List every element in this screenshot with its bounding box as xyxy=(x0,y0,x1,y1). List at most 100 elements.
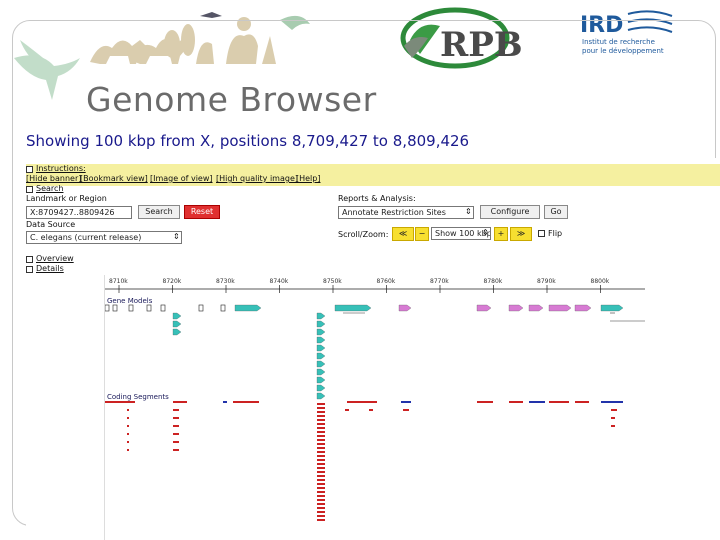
coding-segment xyxy=(317,459,325,461)
coding-segment xyxy=(173,401,187,403)
coding-segment xyxy=(317,431,325,433)
reset-button[interactable]: Reset xyxy=(184,205,220,219)
page-title: Genome Browser xyxy=(86,80,377,119)
coding-segment xyxy=(317,507,325,509)
zoom-in-icon[interactable]: + xyxy=(494,227,508,241)
data-source-select[interactable]: C. elegans (current release) xyxy=(26,231,182,244)
toolbar-link-hq-image[interactable]: [High quality image] xyxy=(216,174,298,183)
coding-segment xyxy=(317,435,325,437)
gene-glyph-small xyxy=(198,304,204,312)
go-button[interactable]: Go xyxy=(544,205,568,219)
gene-glyph xyxy=(316,344,326,352)
gene-glyph xyxy=(172,328,182,336)
gene-glyph-small xyxy=(220,304,226,312)
coding-segment xyxy=(127,417,129,419)
instructions-toggle[interactable] xyxy=(26,166,33,173)
coding-segment xyxy=(317,443,325,445)
slide: RPB IRD Institut de recherche pour le dé… xyxy=(0,0,720,540)
overview-toggle[interactable] xyxy=(26,256,33,263)
ruler-tick-label: 8730k xyxy=(216,278,235,285)
coding-segment xyxy=(317,483,325,485)
instructions-link[interactable]: Instructions: xyxy=(36,164,86,173)
coding-segment xyxy=(317,451,325,453)
coding-segment xyxy=(509,401,523,403)
reports-select[interactable]: Annotate Restriction Sites xyxy=(338,206,474,219)
coding-segment xyxy=(173,409,179,411)
coding-segment xyxy=(317,403,325,405)
scroll-right-far-icon[interactable]: ≫ xyxy=(510,227,532,241)
scroll-left-far-icon[interactable]: ≪ xyxy=(392,227,414,241)
gene-glyph xyxy=(316,368,326,376)
ruler-tick-label: 8720k xyxy=(163,278,182,285)
showing-range-text: Showing 100 kbp from X, positions 8,709,… xyxy=(26,132,470,150)
ruler-tick-label: 8740k xyxy=(270,278,289,285)
scroll-zoom-label: Scroll/Zoom: xyxy=(338,230,389,239)
gene-glyph xyxy=(316,352,326,360)
details-toggle[interactable] xyxy=(26,266,33,273)
search-button[interactable]: Search xyxy=(138,205,180,219)
zoom-out-icon[interactable]: − xyxy=(415,227,429,241)
ruler-tick-label: 8750k xyxy=(323,278,342,285)
coding-segment xyxy=(317,411,325,413)
ruler-tick-label: 8800k xyxy=(591,278,610,285)
gene-glyph xyxy=(476,304,492,312)
coding-segment xyxy=(317,419,325,421)
gene-glyph xyxy=(398,304,412,312)
coding-segment xyxy=(369,409,373,411)
coding-segment xyxy=(529,401,545,403)
coding-segment xyxy=(317,423,325,425)
coding-segment xyxy=(173,449,179,451)
overview-link[interactable]: Overview xyxy=(36,254,74,263)
landmark-input[interactable]: X:8709427..8809426 xyxy=(26,206,132,219)
coding-segment xyxy=(317,455,325,457)
coding-segment xyxy=(317,479,325,481)
genome-browser-panel: Instructions: [Hide banner] [Bookmark vi… xyxy=(26,158,720,540)
configure-button[interactable]: Configure xyxy=(480,205,540,219)
gene-glyph xyxy=(316,328,326,336)
gene-glyph xyxy=(548,304,572,312)
coding-segment xyxy=(317,447,325,449)
coding-segment xyxy=(477,401,493,403)
coding-segment xyxy=(233,401,259,403)
coding-segment xyxy=(317,491,325,493)
gene-glyph xyxy=(316,376,326,384)
toolbar-link-help[interactable]: [Help] xyxy=(296,174,320,183)
gene-glyph-small xyxy=(128,304,134,312)
toolbar-link-image[interactable]: [Image of view] xyxy=(150,174,213,183)
gene-glyph-small xyxy=(112,304,118,312)
toolbar-link-bookmark[interactable]: [Bookmark view] xyxy=(80,174,148,183)
details-link[interactable]: Details xyxy=(36,264,64,273)
gene-glyph xyxy=(528,304,544,312)
coding-segment xyxy=(127,441,129,443)
gene-glyph xyxy=(316,336,326,344)
toolbar-link-hide-banner[interactable]: [Hide banner] xyxy=(26,174,81,183)
gene-glyph xyxy=(172,312,182,320)
ruler-tick-label: 8780k xyxy=(484,278,503,285)
gene-models-label: Gene Models xyxy=(107,297,153,305)
gene-glyph xyxy=(234,304,262,312)
coding-segment xyxy=(173,425,179,427)
gene-glyph xyxy=(574,304,592,312)
coding-segment xyxy=(173,441,179,443)
gene-glyph-small xyxy=(104,304,110,312)
search-section-label[interactable]: Search xyxy=(36,184,63,193)
coding-segment xyxy=(317,463,325,465)
ruler-tick-label: 8790k xyxy=(537,278,556,285)
search-toggle[interactable] xyxy=(26,186,33,193)
flip-checkbox[interactable] xyxy=(538,230,545,237)
coding-segment xyxy=(127,425,129,427)
coding-segment xyxy=(317,515,325,517)
coding-segments-label: Coding Segments xyxy=(107,393,169,401)
flip-label: Flip xyxy=(548,229,563,238)
coding-segment xyxy=(173,433,179,435)
coding-segment xyxy=(105,401,135,403)
coding-segment xyxy=(317,427,325,429)
select-arrow-icon: ⇕ xyxy=(465,207,472,216)
coding-segment xyxy=(317,467,325,469)
gene-glyph xyxy=(334,304,372,312)
coding-segment xyxy=(345,409,349,411)
gene-glyph xyxy=(316,360,326,368)
gene-glyph xyxy=(316,320,326,328)
coding-segment xyxy=(611,409,617,411)
coding-segment xyxy=(317,487,325,489)
